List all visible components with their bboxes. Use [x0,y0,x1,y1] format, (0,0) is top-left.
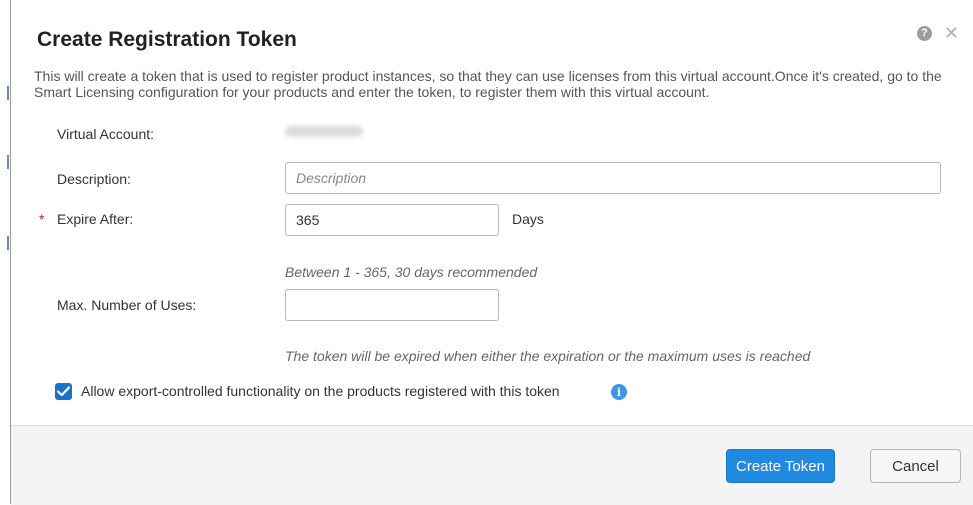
dialog-footer: Create Token Cancel [11,425,973,505]
export-controlled-label[interactable]: Allow export-controlled functionality on… [81,383,560,399]
background-page-edge [0,0,11,504]
create-token-dialog: ? ✕ Create Registration Token This will … [11,0,973,505]
virtual-account-label: Virtual Account: [57,126,155,142]
background-marker [7,86,9,100]
days-unit-label: Days [512,211,544,227]
dialog-header-actions: ? ✕ [916,24,959,42]
close-icon[interactable]: ✕ [944,24,959,42]
virtual-account-value-redacted [285,126,363,137]
expire-after-hint: Between 1 - 365, 30 days recommended [285,264,538,280]
expire-after-label: Expire After: [57,211,134,227]
dialog-intro-text: This will create a token that is used to… [34,68,942,100]
max-uses-input[interactable] [285,289,499,321]
export-controlled-checkbox[interactable] [55,383,72,400]
max-uses-hint: The token will be expired when either th… [285,348,811,364]
background-marker [7,236,9,250]
cancel-button[interactable]: Cancel [870,449,961,483]
background-marker [7,155,9,169]
dialog-title: Create Registration Token [37,28,297,51]
info-icon[interactable]: i [611,384,627,400]
create-token-button[interactable]: Create Token [726,449,835,483]
required-marker: * [39,211,45,227]
expire-after-input[interactable] [285,204,499,236]
max-uses-label: Max. Number of Uses: [57,297,197,313]
help-icon[interactable]: ? [916,25,932,41]
description-label: Description: [57,171,131,187]
description-input[interactable] [285,162,941,194]
checkmark-icon [57,386,70,397]
